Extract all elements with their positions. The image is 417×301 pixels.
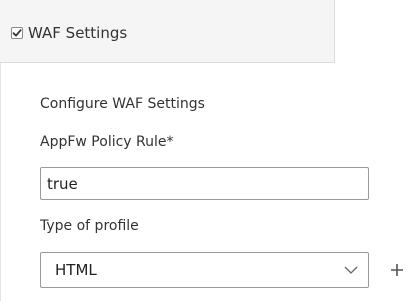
tab-title: WAF Settings	[28, 24, 128, 42]
section-heading: Configure WAF Settings	[40, 96, 205, 112]
checkbox-checked-icon[interactable]	[11, 27, 23, 39]
chevron-down-icon	[344, 266, 358, 274]
waf-settings-panel: WAF Settings Configure WAF Settings AppF…	[0, 0, 417, 301]
plus-icon[interactable]	[389, 262, 405, 278]
policy-rule-input[interactable]	[40, 167, 369, 200]
tab-waf-settings[interactable]: WAF Settings	[0, 0, 335, 63]
profile-type-label: Type of profile	[40, 218, 139, 234]
profile-type-select[interactable]: HTML	[40, 252, 369, 288]
profile-type-selected: HTML	[55, 261, 97, 279]
policy-rule-label: AppFw Policy Rule*	[40, 134, 174, 150]
